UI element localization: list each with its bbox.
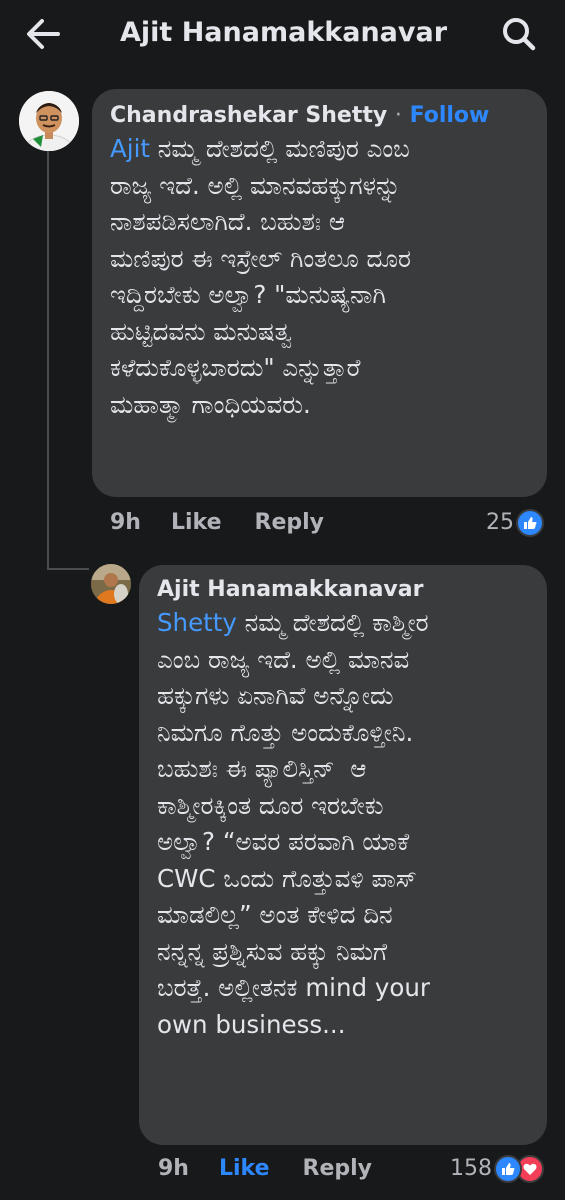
- reply-text: Shetty ನಮ್ಮ ದೇಶದಲ್ಲಿ ಕಾಶ್ಮೀರ ಎಂಬ ರಾಜ್ಯ ಇ…: [157, 605, 533, 1043]
- reaction-count: 158: [450, 1156, 492, 1181]
- reply-body: ನಮ್ಮ ದೇಶದಲ್ಲಿ ಕಾಶ್ಮೀರ ಎಂಬ ರಾಜ್ಯ ಇದೆ. ಅಲ್…: [157, 608, 430, 1039]
- separator-dot: ·: [394, 103, 402, 128]
- top-bar: Ajit Hanamakkanavar: [0, 0, 565, 68]
- like-reaction-icon: [494, 1155, 522, 1183]
- follow-button[interactable]: Follow: [410, 103, 490, 128]
- page-title: Ajit Hanamakkanavar: [120, 17, 448, 48]
- thumbs-up-icon: [502, 1163, 515, 1175]
- like-button[interactable]: Like: [171, 508, 222, 538]
- reply-button[interactable]: Reply: [255, 508, 325, 538]
- author-name[interactable]: Chandrashekar Shetty: [110, 103, 387, 128]
- reaction-count: 25: [486, 510, 514, 535]
- mention-link[interactable]: Shetty: [157, 608, 237, 637]
- back-button[interactable]: [22, 14, 66, 54]
- reply-bubble: Ajit Hanamakkanavar Shetty ನಮ್ಮ ದೇಶದಲ್ಲಿ…: [139, 565, 547, 1145]
- avatar-chandrashekar[interactable]: [19, 91, 79, 151]
- search-button[interactable]: [496, 12, 544, 56]
- comment-time[interactable]: 9h: [110, 508, 141, 538]
- profile-photo-icon: [91, 564, 131, 604]
- reply-button[interactable]: Reply: [303, 1154, 373, 1184]
- comment-body: ನಮ್ಮ ದೇಶದಲ್ಲಿ ಮಣಿಪುರ ಎಂಬ ರಾಜ್ಯ ಇದೆ. ಅಲ್ಲ…: [110, 134, 411, 419]
- comment-header: Chandrashekar Shetty · Follow: [110, 101, 531, 131]
- search-icon: [503, 18, 536, 51]
- comment-bubble: Chandrashekar Shetty · Follow Ajit ನಮ್ಮ …: [92, 89, 547, 497]
- like-reaction-icon: [516, 509, 544, 537]
- comment-text: Ajit ನಮ್ಮ ದೇಶದಲ್ಲಿ ಮಣಿಪುರ ಎಂಬ ರಾಜ್ಯ ಇದೆ.…: [110, 131, 531, 423]
- avatar-ajit[interactable]: [91, 564, 131, 604]
- like-button[interactable]: Like: [219, 1154, 270, 1184]
- profile-photo-icon: [19, 91, 79, 151]
- mention-link[interactable]: Ajit: [110, 134, 150, 163]
- comment-actions: 9h Like Reply: [110, 508, 357, 538]
- heart-icon: [523, 1163, 537, 1175]
- reaction-summary[interactable]: 25: [486, 508, 544, 538]
- back-arrow-icon: [27, 19, 60, 49]
- thread-connector: [47, 568, 89, 570]
- reply-author[interactable]: Ajit Hanamakkanavar: [157, 575, 533, 605]
- thumbs-up-icon: [524, 517, 537, 529]
- reply-time[interactable]: 9h: [158, 1154, 189, 1184]
- reply-actions: 9h Like Reply: [158, 1154, 405, 1184]
- thread-line: [47, 150, 49, 570]
- reaction-summary[interactable]: 158: [450, 1154, 544, 1184]
